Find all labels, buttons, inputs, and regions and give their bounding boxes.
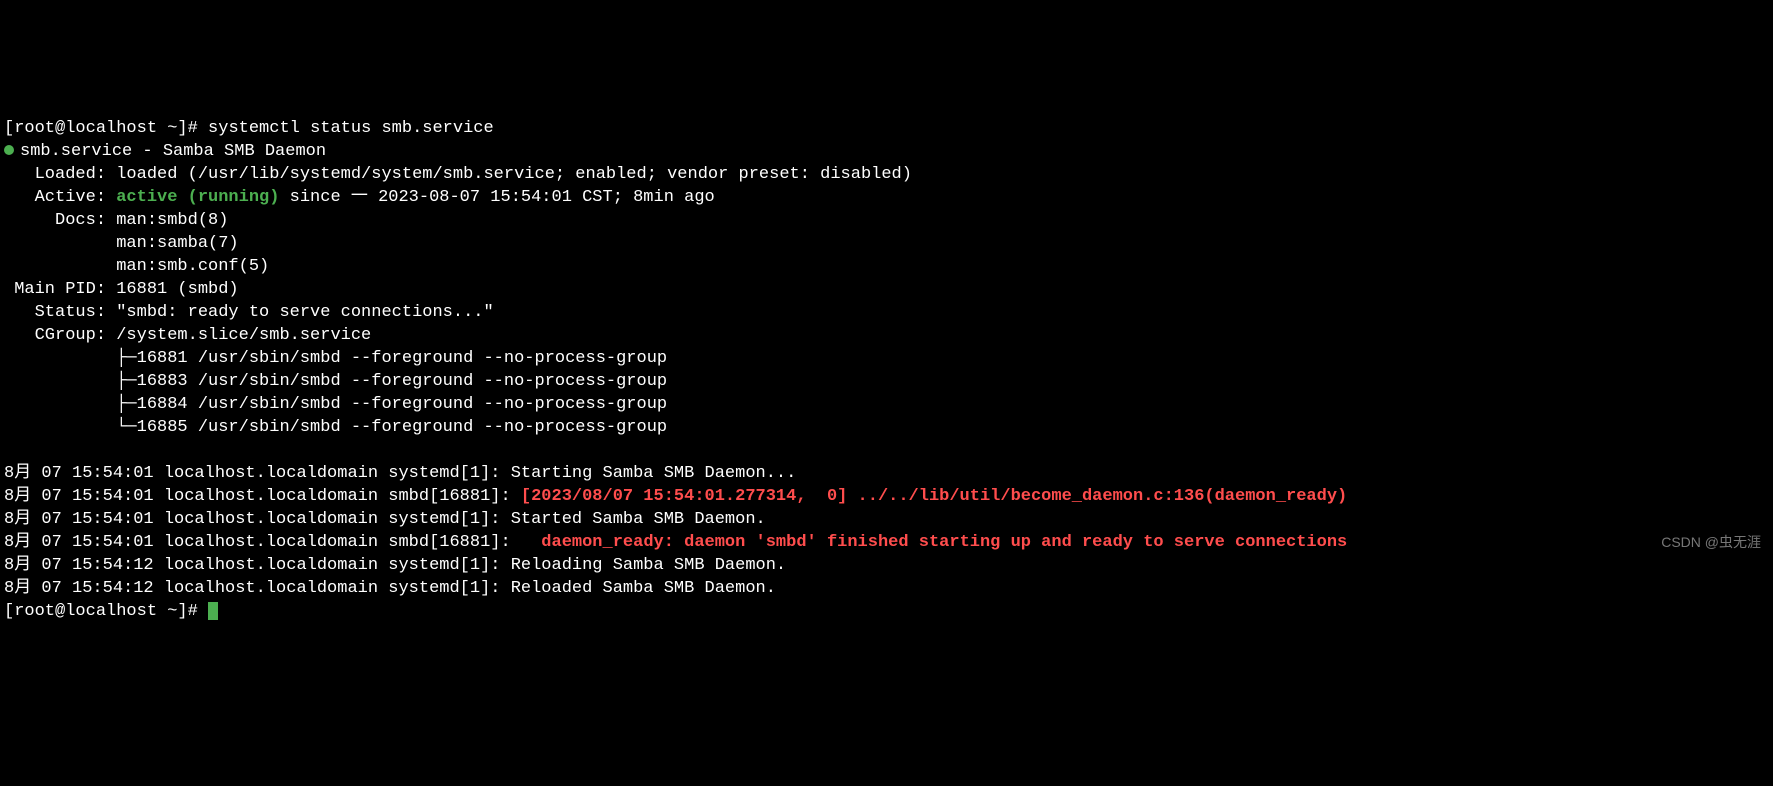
docs-indent — [4, 234, 116, 253]
active-status: active (running) — [116, 188, 279, 207]
docs-label: Docs: — [4, 211, 116, 230]
active-since: since 一 2023-08-07 15:54:01 CST; 8min ag… — [279, 188, 714, 207]
log-prefix: 8月 07 15:54:01 localhost.localdomain smb… — [4, 533, 541, 552]
cgroup-indent — [4, 395, 116, 414]
cgroup-proc: ├─16883 /usr/sbin/smbd --foreground --no… — [116, 372, 667, 391]
cgroup-label: CGroup: — [4, 326, 116, 345]
log-prefix: 8月 07 15:54:01 localhost.localdomain smb… — [4, 487, 521, 506]
docs-item: man:smb.conf(5) — [116, 257, 269, 276]
cgroup-path: /system.slice/smb.service — [116, 326, 371, 345]
watermark-text: CSDN @虫无涯 — [1661, 531, 1761, 554]
cgroup-indent — [4, 418, 116, 437]
log-prefix: 8月 07 15:54:12 localhost.localdomain sys… — [4, 556, 511, 575]
log-message: daemon_ready: daemon 'smbd' finished sta… — [541, 533, 1347, 552]
prompt: [root@localhost ~]# — [4, 602, 208, 621]
loaded-label: Loaded: — [4, 165, 116, 184]
log-prefix: 8月 07 15:54:01 localhost.localdomain sys… — [4, 464, 511, 483]
active-label: Active: — [4, 188, 116, 207]
log-message: Starting Samba SMB Daemon... — [511, 464, 797, 483]
log-message: Reloading Samba SMB Daemon. — [511, 556, 786, 575]
mainpid-label: Main PID: — [4, 280, 116, 299]
log-prefix: 8月 07 15:54:12 localhost.localdomain sys… — [4, 579, 511, 598]
command-text: systemctl status smb.service — [208, 119, 494, 138]
docs-item: man:smbd(8) — [116, 211, 228, 230]
loaded-value: loaded (/usr/lib/systemd/system/smb.serv… — [116, 165, 912, 184]
unit-name: smb.service - — [20, 142, 163, 161]
mainpid-value: 16881 (smbd) — [116, 280, 238, 299]
log-message: [2023/08/07 15:54:01.277314, 0] ../../li… — [521, 487, 1347, 506]
status-label: Status: — [4, 303, 116, 322]
cgroup-proc: ├─16884 /usr/sbin/smbd --foreground --no… — [116, 395, 667, 414]
status-dot-icon — [4, 145, 14, 155]
cgroup-proc: └─16885 /usr/sbin/smbd --foreground --no… — [116, 418, 667, 437]
docs-item: man:samba(7) — [116, 234, 238, 253]
prompt: [root@localhost ~]# — [4, 119, 208, 138]
terminal-output[interactable]: [root@localhost ~]# systemctl status smb… — [0, 92, 1773, 625]
cgroup-proc: ├─16881 /usr/sbin/smbd --foreground --no… — [116, 349, 667, 368]
unit-description: Samba SMB Daemon — [163, 142, 326, 161]
docs-indent — [4, 257, 116, 276]
log-prefix: 8月 07 15:54:01 localhost.localdomain sys… — [4, 510, 511, 529]
cgroup-indent — [4, 372, 116, 391]
cgroup-indent — [4, 349, 116, 368]
status-value: "smbd: ready to serve connections..." — [116, 303, 493, 322]
cursor-icon — [208, 602, 218, 620]
log-message: Started Samba SMB Daemon. — [511, 510, 766, 529]
log-message: Reloaded Samba SMB Daemon. — [511, 579, 776, 598]
